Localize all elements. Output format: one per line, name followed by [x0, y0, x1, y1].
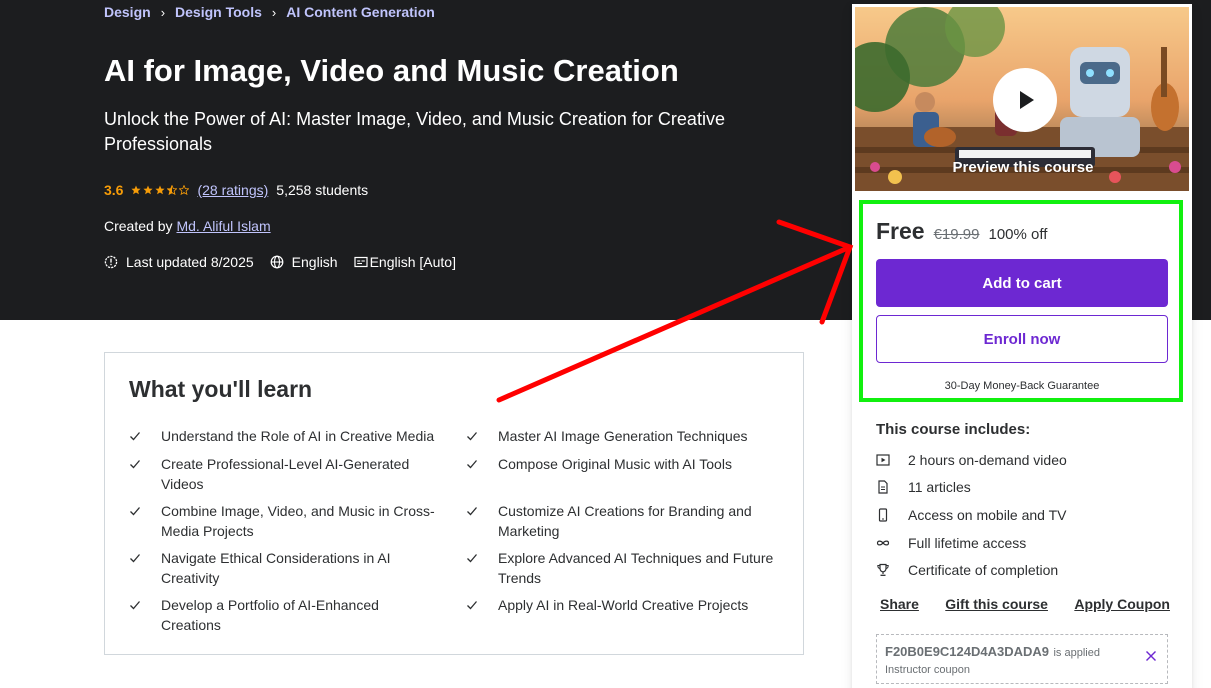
created-by-label: Created by — [104, 218, 173, 234]
star-empty-icon — [179, 185, 190, 195]
learn-item: Customize AI Creations for Branding and … — [466, 501, 776, 541]
include-item: 2 hours on-demand video — [876, 452, 1067, 468]
add-to-cart-button[interactable]: Add to cart — [876, 259, 1168, 307]
star-half-icon — [167, 185, 178, 195]
share-link[interactable]: Share — [880, 596, 919, 612]
coupon-type: Instructor coupon — [885, 664, 970, 676]
learn-item: Combine Image, Video, and Music in Cross… — [129, 501, 439, 541]
apply-coupon-link[interactable]: Apply Coupon — [1074, 596, 1170, 612]
price-row: Free €19.99 100% off — [876, 218, 1047, 245]
coupon-applied-text: is applied — [1053, 647, 1100, 659]
applied-coupon: F20B0E9C124D4A3DADA9 is applied Instruct… — [876, 634, 1168, 684]
chevron-right-icon: › — [271, 4, 277, 20]
students-count: 5,258 students — [276, 182, 369, 198]
learn-item: Understand the Role of AI in Creative Me… — [129, 426, 449, 447]
checkmark-icon — [466, 548, 498, 588]
star-full-icon — [131, 185, 142, 195]
checkmark-icon — [466, 426, 498, 447]
ratings-count-link[interactable]: (28 ratings) — [197, 182, 268, 198]
money-back-guarantee: 30-Day Money-Back Guarantee — [944, 380, 1100, 392]
chevron-right-icon: › — [160, 4, 166, 20]
enroll-now-button[interactable]: Enroll now — [876, 315, 1168, 363]
rating-value: 3.6 — [104, 182, 124, 198]
course-captions: English [Auto] — [369, 254, 456, 270]
checkmark-icon — [466, 595, 498, 616]
checkmark-icon — [129, 426, 161, 447]
infinity-icon — [876, 536, 908, 550]
checkmark-icon — [129, 595, 161, 635]
course-title: AI for Image, Video and Music Creation — [104, 53, 679, 88]
learn-item: Apply AI in Real-World Creative Projects — [466, 595, 786, 616]
coupon-code: F20B0E9C124D4A3DADA9 — [885, 644, 1050, 659]
include-item: Access on mobile and TV — [876, 507, 1067, 523]
video-icon — [876, 453, 908, 467]
breadcrumb-ai-content-generation[interactable]: AI Content Generation — [286, 4, 435, 20]
mobile-icon — [876, 508, 908, 522]
breadcrumb-design-tools[interactable]: Design Tools — [175, 4, 262, 20]
breadcrumb-design[interactable]: Design — [104, 4, 151, 20]
learn-item: Develop a Portfolio of AI-Enhanced Creat… — [129, 595, 429, 635]
learn-item: Create Professional-Level AI-Generated V… — [129, 454, 439, 494]
include-item: 11 articles — [876, 479, 971, 495]
course-meta: Last updated 8/2025 English English [Aut… — [104, 254, 472, 270]
star-full-icon — [143, 185, 154, 195]
gift-course-link[interactable]: Gift this course — [945, 596, 1048, 612]
last-updated: Last updated 8/2025 — [126, 254, 254, 270]
learn-item: Explore Advanced AI Techniques and Futur… — [466, 548, 786, 588]
checkmark-icon — [129, 548, 161, 588]
star-rating — [131, 185, 190, 195]
checkmark-icon — [129, 454, 161, 494]
course-language: English — [291, 254, 338, 270]
preview-label[interactable]: Preview this course — [855, 159, 1189, 176]
closed-captions-icon — [353, 256, 368, 268]
learn-item: Master AI Image Generation Techniques — [466, 426, 786, 447]
course-subtitle: Unlock the Power of AI: Master Image, Vi… — [104, 109, 725, 154]
rating-row: 3.6 (28 ratings) 5,258 students — [104, 182, 368, 198]
file-icon — [876, 480, 908, 494]
includes-title: This course includes: — [876, 421, 1031, 438]
alert-badge-icon — [104, 255, 118, 269]
play-icon — [1020, 91, 1034, 109]
discount-percentage: 100% off — [988, 226, 1048, 243]
created-by: Created by Md. Aliful Islam — [104, 218, 271, 234]
checkmark-icon — [129, 501, 161, 541]
learn-title: What you'll learn — [129, 376, 313, 402]
course-preview-video[interactable]: Preview this course — [854, 6, 1190, 192]
include-item: Full lifetime access — [876, 535, 1026, 551]
checkmark-icon — [466, 501, 498, 541]
learn-item: Compose Original Music with AI Tools — [466, 454, 786, 475]
purchase-sidebar: Preview this course Free €19.99 100% off… — [852, 4, 1192, 688]
globe-icon — [270, 255, 284, 269]
learn-item: Navigate Ethical Considerations in AI Cr… — [129, 548, 429, 588]
trophy-icon — [876, 563, 908, 577]
original-price: €19.99 — [933, 226, 980, 243]
play-button[interactable] — [993, 68, 1057, 132]
sidebar-links: Share Gift this course Apply Coupon — [880, 596, 1170, 612]
remove-coupon-close-icon[interactable] — [1145, 649, 1157, 667]
author-link[interactable]: Md. Aliful Islam — [176, 218, 270, 234]
current-price: Free — [876, 218, 925, 244]
breadcrumb: Design › Design Tools › AI Content Gener… — [104, 4, 435, 20]
star-full-icon — [155, 185, 166, 195]
checkmark-icon — [466, 454, 498, 475]
what-youll-learn: What you'll learn Understand the Role of… — [104, 352, 804, 655]
include-item: Certificate of completion — [876, 562, 1058, 578]
